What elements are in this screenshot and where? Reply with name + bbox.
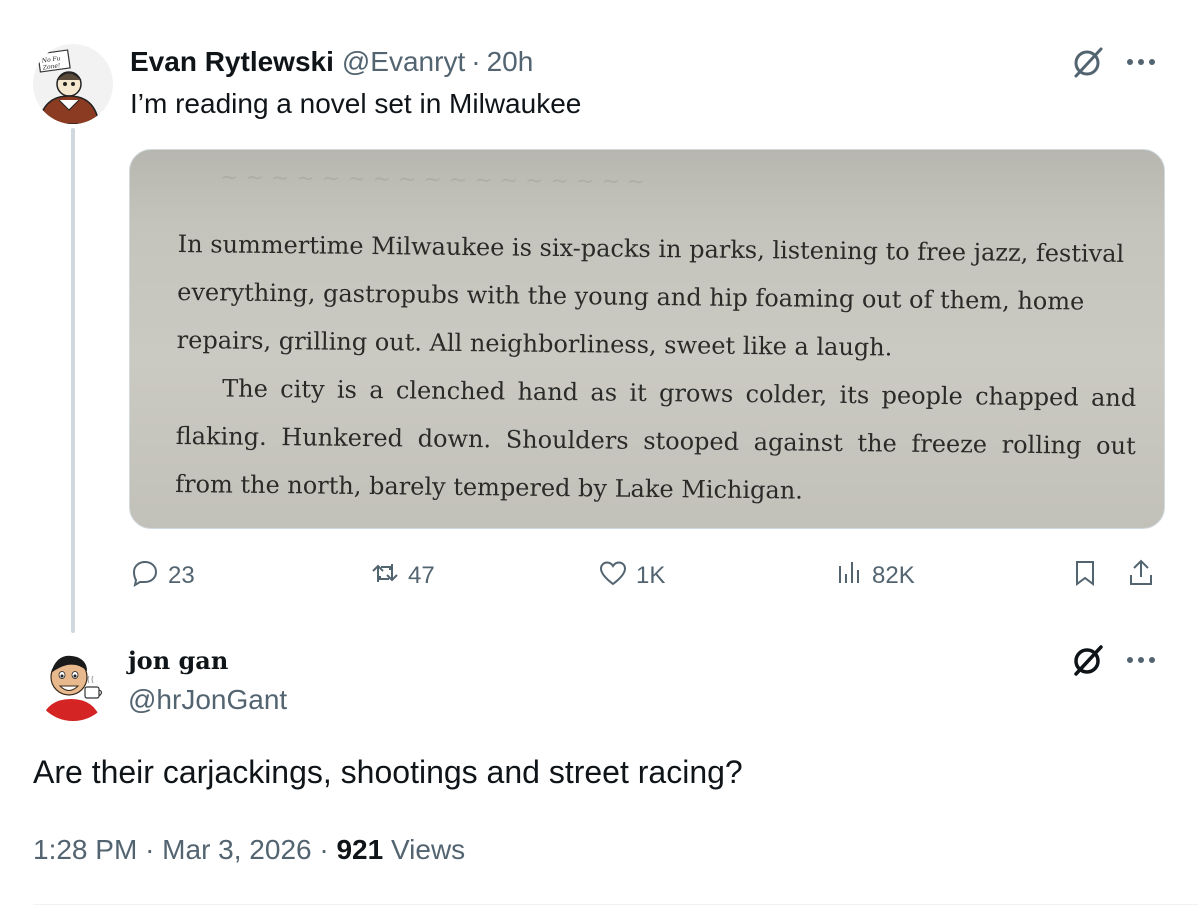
- avatar-jon[interactable]: [33, 641, 113, 721]
- views-count: 82K: [872, 562, 915, 589]
- grok-icon[interactable]: [1070, 44, 1106, 80]
- reply-tweet-text: Are their carjackings, shootings and str…: [33, 754, 743, 790]
- separator-dot: ·: [145, 834, 163, 865]
- author-display-name[interactable]: Evan Rytlewski: [130, 46, 334, 78]
- repost-count: 47: [408, 562, 435, 589]
- tweet-header: Evan Rytlewski @Evanryt · 20h: [130, 44, 533, 80]
- bleed-through-text: ~ ~ ~ ~ ~ ~ ~ ~ ~ ~ ~ ~ ~ ~ ~ ~ ~: [219, 165, 646, 195]
- reply-views-count: 921: [336, 834, 384, 865]
- tweet-media-photo[interactable]: ~ ~ ~ ~ ~ ~ ~ ~ ~ ~ ~ ~ ~ ~ ~ ~ ~ In sum…: [129, 149, 1165, 529]
- book-paragraph-1: In summertime Milwaukee is six-packs in …: [176, 229, 1125, 362]
- more-icon[interactable]: [1126, 655, 1156, 665]
- book-paragraph-2: The city is a clenched hand as it grows …: [175, 374, 1137, 505]
- analytics-icon: [834, 558, 864, 595]
- reply-count: 23: [168, 562, 195, 589]
- tweet-time[interactable]: 20h: [487, 46, 534, 78]
- author-handle[interactable]: @Evanryt: [342, 46, 465, 78]
- tweet-action-bar: 23 47 1K 82K: [130, 556, 1170, 596]
- reply-meta-row: 1:28 PM · Mar 3, 2026 · 921 Views: [33, 834, 465, 866]
- reply-icon: [130, 558, 160, 595]
- tweet-text: I’m reading a novel set in Milwaukee: [130, 88, 582, 119]
- tweet-top-actions: [1070, 44, 1156, 80]
- repost-button[interactable]: 47: [370, 556, 435, 596]
- like-count: 1K: [636, 562, 666, 589]
- reply-author-display-name[interactable]: jon gan: [128, 646, 228, 675]
- separator-dot: ·: [319, 834, 337, 865]
- bookmark-button[interactable]: [1070, 556, 1100, 596]
- reply-top-actions: [1070, 642, 1156, 678]
- more-icon[interactable]: [1126, 57, 1156, 67]
- reply-button[interactable]: 23: [130, 556, 195, 596]
- views-button[interactable]: 82K: [834, 556, 915, 596]
- share-button[interactable]: [1126, 556, 1156, 596]
- reply-date[interactable]: Mar 3, 2026: [162, 834, 311, 865]
- grok-icon[interactable]: [1070, 642, 1106, 678]
- reply-author-handle[interactable]: @hrJonGant: [128, 684, 287, 716]
- avatar-evan[interactable]: No Fu Zone!: [33, 44, 113, 124]
- divider: [33, 904, 1198, 905]
- share-icon: [1126, 558, 1156, 595]
- separator-dot: ·: [471, 46, 481, 77]
- repost-icon: [370, 558, 400, 595]
- bookmark-icon: [1070, 558, 1100, 595]
- like-button[interactable]: 1K: [598, 556, 665, 596]
- reply-views-label: Views: [390, 834, 466, 865]
- heart-icon: [598, 558, 628, 595]
- book-page-text: In summertime Milwaukee is six-packs in …: [175, 220, 1138, 518]
- reply-time[interactable]: 1:28 PM: [33, 834, 137, 865]
- thread-connector-line: [71, 128, 75, 633]
